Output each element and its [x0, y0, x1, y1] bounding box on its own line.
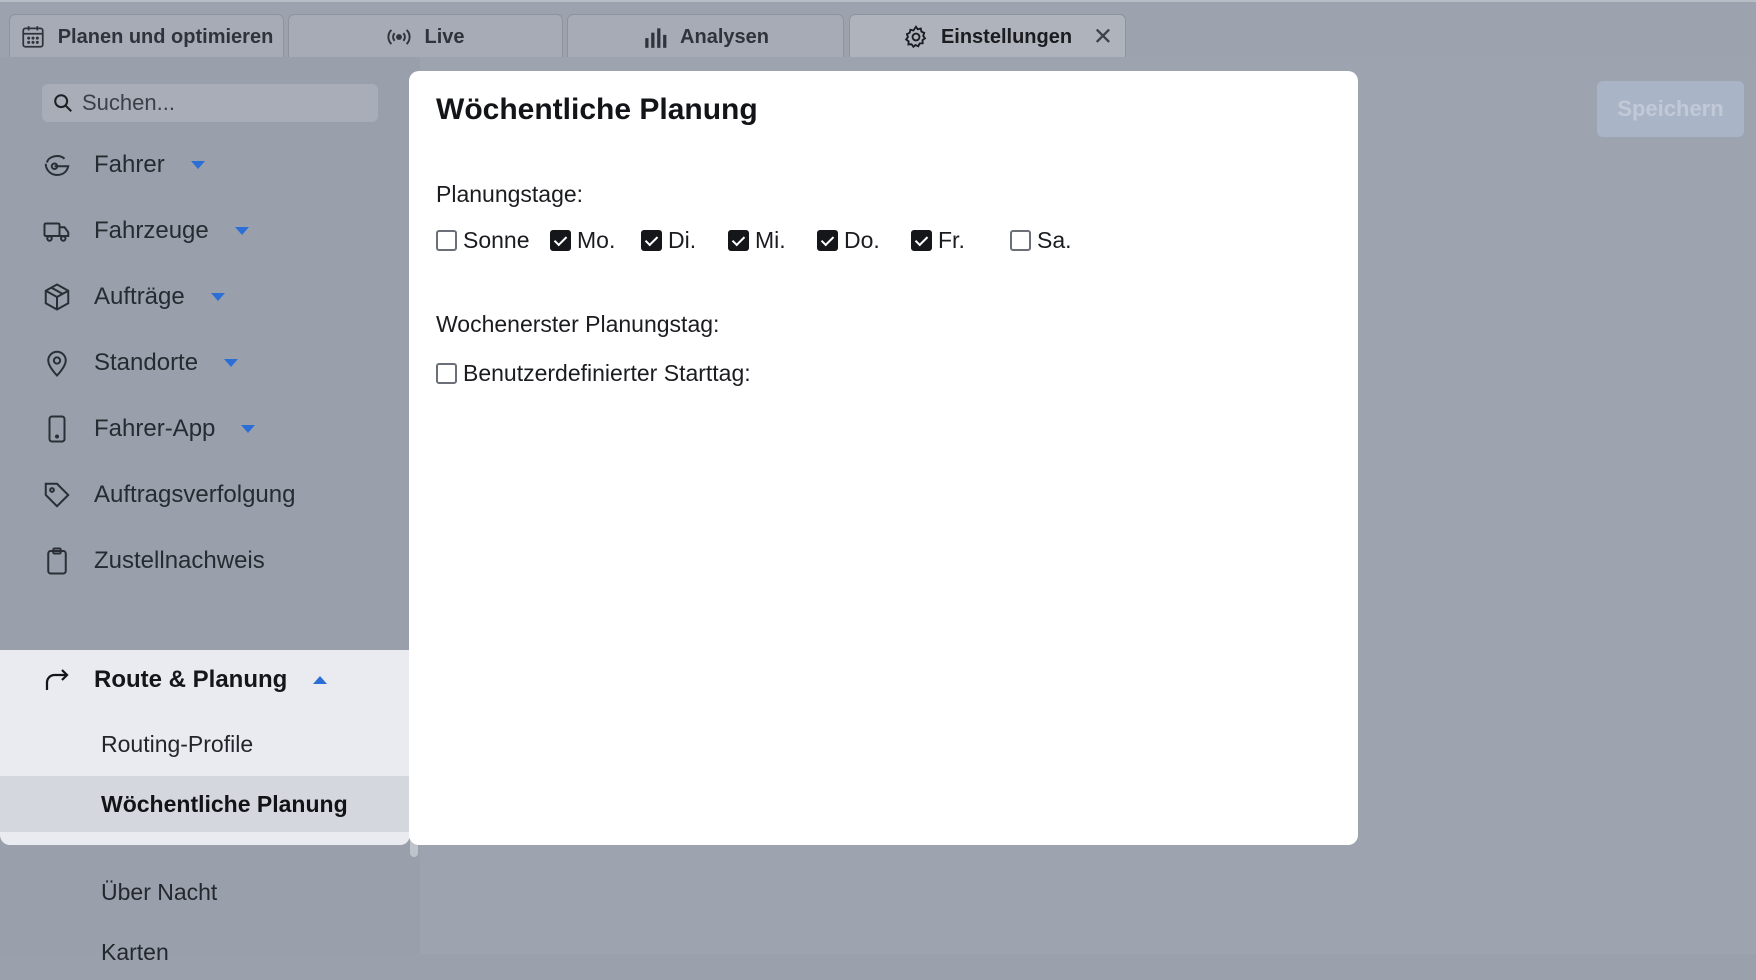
sidebar-group-route-planung: Route & Planung Routing-Profile Wöchentl… — [0, 650, 410, 845]
planning-days-label: Planungstage: — [436, 181, 584, 207]
sidebar-item-label: Fahrer — [94, 151, 165, 178]
sidebar-item-standorte[interactable]: Standorte — [0, 333, 410, 393]
sidebar-item-fahrzeuge[interactable]: Fahrzeuge — [0, 201, 410, 261]
day-label: Fr. — [938, 227, 965, 253]
day-checkbox-sonne[interactable]: Sonne — [436, 227, 530, 254]
gear-icon — [904, 25, 927, 49]
sidebar-item-label: Fahrer-App — [94, 415, 216, 442]
checkbox-unchecked[interactable] — [1010, 230, 1031, 251]
sidebar-item-label: Auftragsverfolgung — [94, 481, 296, 508]
sidebar-search[interactable] — [42, 84, 378, 122]
day-checkbox-mo[interactable]: Mo. — [550, 227, 615, 254]
tab-label: Planen und optimieren — [57, 25, 274, 48]
day-label: Mi. — [755, 227, 786, 253]
day-checkbox-di[interactable]: Di. — [641, 227, 696, 254]
day-checkbox-fr[interactable]: Fr. — [911, 227, 965, 254]
checkbox-unchecked[interactable] — [436, 363, 457, 384]
day-checkbox-sa[interactable]: Sa. — [1010, 227, 1072, 254]
sidebar-item-label: Zustellnachweis — [94, 547, 265, 574]
chevron-down-icon — [234, 227, 249, 235]
checkbox-unchecked[interactable] — [436, 230, 457, 251]
sidebar-item-label: Fahrzeuge — [94, 217, 209, 244]
sidebar-item-auftraege[interactable]: Aufträge — [0, 267, 410, 327]
tab-label: Live — [424, 25, 465, 48]
checkbox-checked[interactable] — [817, 230, 838, 251]
chevron-down-icon — [224, 359, 239, 367]
chevron-down-icon — [190, 161, 205, 169]
truck-icon — [43, 222, 70, 242]
day-label: Di. — [668, 227, 697, 253]
day-checkbox-do[interactable]: Do. — [817, 227, 880, 254]
package-icon — [44, 283, 70, 311]
phone-icon — [48, 415, 66, 443]
first-day-label: Wochenerster Planungstag: — [436, 311, 720, 337]
checkbox-checked[interactable] — [911, 230, 932, 251]
day-label: Do. — [844, 227, 880, 253]
day-checkbox-mi[interactable]: Mi. — [728, 227, 786, 254]
day-label: Sa. — [1037, 227, 1072, 253]
sidebar-item-label: Aufträge — [94, 283, 185, 310]
sidebar-item-woechentliche-planung[interactable]: Wöchentliche Planung — [0, 776, 410, 832]
sidebar-item-fahrer[interactable]: Fahrer — [0, 135, 410, 195]
sidebar-item-label: Standorte — [94, 349, 199, 376]
top-tab-bar: Planen und optimieren Live Analysen Eins… — [0, 0, 1756, 59]
chevron-down-icon — [210, 293, 225, 301]
tag-icon — [44, 482, 70, 508]
tab-planen-und-optimieren[interactable]: Planen und optimieren — [9, 14, 284, 59]
sidebar-item-routing-profile[interactable]: Routing-Profile — [0, 716, 410, 772]
custom-start-day-checkbox[interactable]: Benutzerdefinierter Starttag: — [436, 360, 751, 387]
broadcast-icon — [387, 29, 411, 45]
tab-label: Analysen — [680, 25, 769, 48]
route-arrow-icon — [45, 669, 69, 690]
location-pin-icon — [47, 350, 67, 377]
chevron-up-icon — [313, 676, 328, 684]
day-label: Sonne — [463, 227, 530, 253]
close-tab-icon[interactable]: ✕ — [1093, 23, 1113, 52]
clipboard-icon — [47, 547, 67, 575]
custom-start-label: Benutzerdefinierter Starttag: — [463, 360, 751, 386]
save-button[interactable]: Speichern — [1597, 81, 1744, 137]
chevron-down-icon — [241, 425, 256, 433]
calendar-icon — [22, 26, 44, 48]
sidebar-item-fahrer-app[interactable]: Fahrer-App — [0, 399, 410, 459]
tab-analysen[interactable]: Analysen — [567, 14, 844, 59]
checkbox-checked[interactable] — [641, 230, 662, 251]
app-window: Planen und optimieren Live Analysen Eins… — [0, 0, 1756, 965]
sidebar-item-label: Route & Planung — [94, 666, 288, 693]
tab-label: Einstellungen — [940, 25, 1073, 48]
tab-einstellungen[interactable]: Einstellungen ✕ — [849, 14, 1126, 59]
tab-live[interactable]: Live — [288, 14, 563, 59]
search-input[interactable] — [82, 90, 362, 116]
weekly-planning-dialog: Wöchentliche Planung Planungstage: Sonne… — [409, 71, 1358, 845]
bar-chart-icon — [645, 28, 667, 48]
checkbox-checked[interactable] — [550, 230, 571, 251]
sidebar-item-ueber-nacht[interactable]: Über Nacht — [0, 864, 410, 920]
sidebar-item-auftragsverfolgung[interactable]: Auftragsverfolgung — [0, 465, 410, 525]
day-label: Mo. — [577, 227, 616, 253]
search-icon — [54, 94, 72, 112]
checkbox-checked[interactable] — [728, 230, 749, 251]
dialog-title: Wöchentliche Planung — [436, 93, 758, 126]
sidebar-item-karten[interactable]: Karten — [0, 924, 410, 980]
sidebar-item-zustellnachweis[interactable]: Zustellnachweis — [0, 531, 410, 591]
driver-icon — [44, 155, 70, 177]
sidebar-item-route-planung[interactable]: Route & Planung — [0, 650, 410, 710]
